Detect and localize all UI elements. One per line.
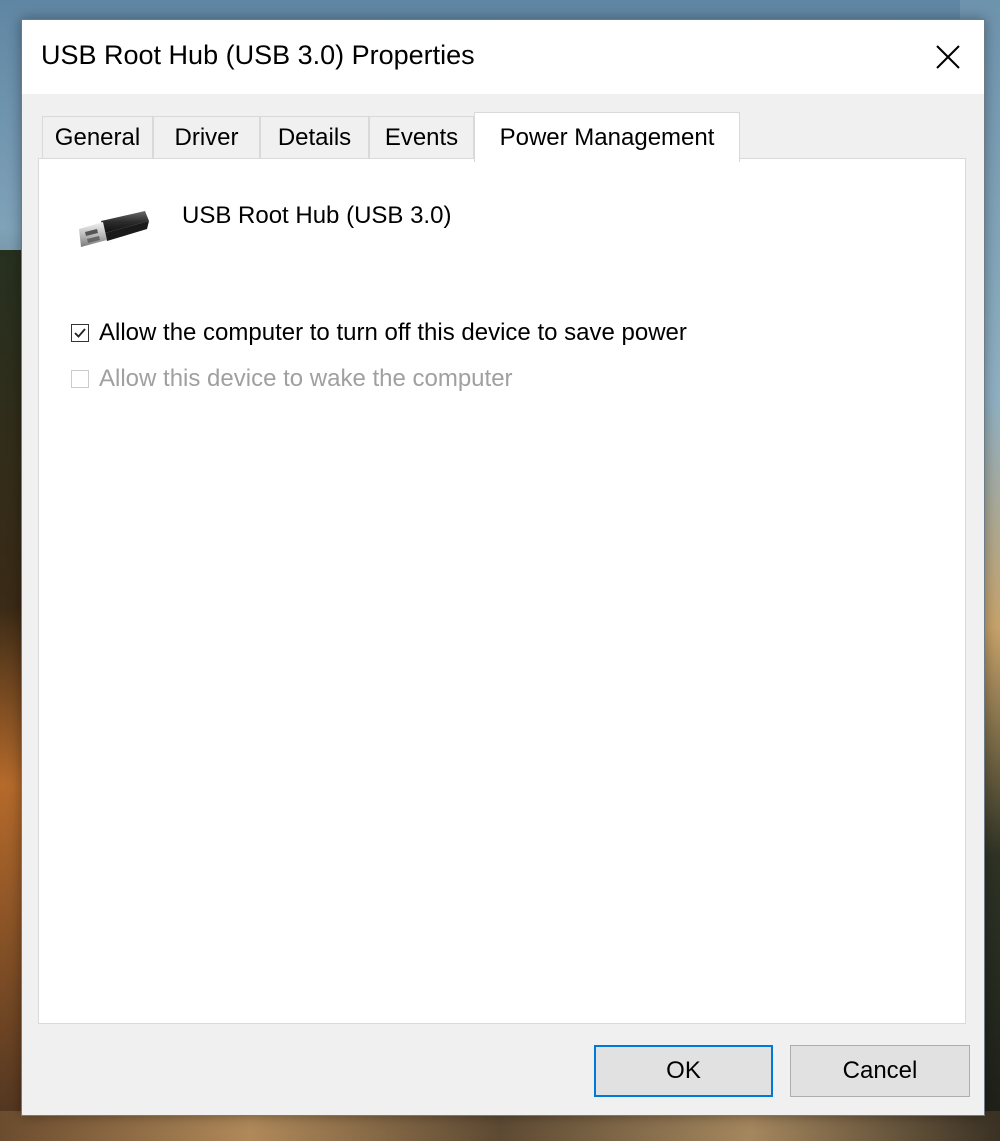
tab-panel-power-management: USB Root Hub (USB 3.0) Allow the compute… — [38, 158, 966, 1024]
close-icon — [936, 45, 960, 69]
device-name: USB Root Hub (USB 3.0) — [182, 202, 452, 229]
tab-strip: General Driver Details Events Power Mana… — [42, 112, 942, 162]
usb-plug-icon — [79, 211, 149, 247]
tab-driver[interactable]: Driver — [153, 116, 260, 158]
allow-wake-label: Allow this device to wake the computer — [99, 365, 513, 392]
allow-wake-checkbox — [71, 370, 89, 388]
checkmark-icon — [74, 328, 86, 338]
cancel-button[interactable]: Cancel — [790, 1045, 970, 1097]
allow-turn-off-checkbox[interactable] — [71, 324, 89, 342]
title-bar: USB Root Hub (USB 3.0) Properties — [22, 20, 984, 94]
allow-turn-off-label[interactable]: Allow the computer to turn off this devi… — [99, 319, 687, 347]
tab-details[interactable]: Details — [260, 116, 369, 158]
option-allow-turn-off: Allow the computer to turn off this devi… — [71, 319, 687, 347]
window-title: USB Root Hub (USB 3.0) Properties — [41, 40, 475, 70]
properties-dialog: USB Root Hub (USB 3.0) Properties Genera… — [21, 19, 985, 1116]
ok-button[interactable]: OK — [594, 1045, 773, 1097]
close-button[interactable] — [912, 20, 984, 94]
tab-events[interactable]: Events — [369, 116, 474, 158]
option-allow-wake: Allow this device to wake the computer — [71, 365, 513, 393]
tab-general[interactable]: General — [42, 116, 153, 158]
tab-power-management[interactable]: Power Management — [474, 112, 740, 162]
